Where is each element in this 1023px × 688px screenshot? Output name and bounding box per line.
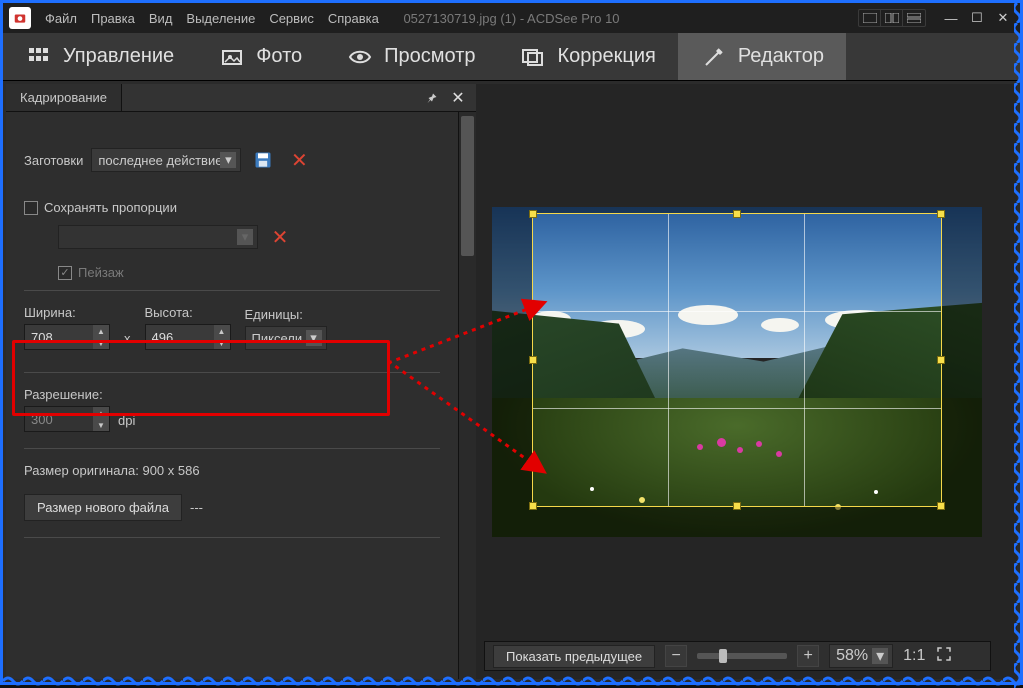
mode-develop-label: Коррекция (557, 45, 655, 68)
x-separator: x (124, 331, 131, 350)
chevron-down-icon[interactable]: ▾ (872, 648, 888, 664)
menu-view[interactable]: Вид (149, 11, 173, 26)
menu-file[interactable]: Файл (45, 11, 77, 26)
panel-scrollbar[interactable] (458, 112, 476, 679)
delete-preset-icon[interactable]: ✕ (285, 148, 313, 172)
layout-2-icon[interactable] (881, 10, 903, 26)
keep-proportions-label: Сохранять пропорции (44, 200, 177, 215)
layout-buttons[interactable] (858, 9, 926, 27)
app-window: Файл Правка Вид Выделение Сервис Справка… (0, 0, 1023, 685)
presets-label: Заготовки (24, 153, 83, 168)
mode-editor-label: Редактор (738, 45, 824, 68)
fit-screen-icon[interactable] (935, 645, 953, 668)
crop-handle-tm[interactable] (733, 210, 741, 218)
menu-tools[interactable]: Сервис (269, 11, 314, 26)
dimensions-row: Ширина: ▲▼ x Высота: ▲▼ (24, 305, 440, 350)
height-down[interactable]: ▼ (214, 337, 230, 349)
resolution-value[interactable] (25, 412, 93, 427)
chevron-down-icon[interactable]: ▾ (237, 229, 253, 245)
resolution-label: Разрешение: (24, 387, 110, 402)
viewer-statusbar: Показать предыдущее − + 58% ▾ 1:1 (484, 641, 991, 671)
menu-select[interactable]: Выделение (186, 11, 255, 26)
close-button[interactable]: ✕ (992, 7, 1014, 29)
scrollbar-thumb[interactable] (461, 116, 474, 256)
pin-icon[interactable] (424, 90, 440, 106)
menu-help[interactable]: Справка (328, 11, 379, 26)
original-size-text: Размер оригинала: 900 x 586 (24, 463, 440, 478)
res-up[interactable]: ▲ (93, 407, 109, 419)
crop-tab[interactable]: Кадрирование (6, 84, 122, 111)
crop-handle-br[interactable] (937, 502, 945, 510)
crop-rectangle[interactable] (532, 213, 942, 507)
landscape-checkbox[interactable]: Пейзаж (58, 265, 440, 280)
units-select[interactable]: Пиксели ▾ (245, 326, 327, 350)
height-value[interactable] (146, 330, 214, 345)
height-label: Высота: (145, 305, 231, 320)
show-previous-button[interactable]: Показать предыдущее (493, 645, 655, 668)
width-input[interactable]: ▲▼ (24, 324, 110, 350)
zoom-in-button[interactable]: + (797, 645, 819, 667)
one-to-one-button[interactable]: 1:1 (903, 647, 925, 665)
image-canvas[interactable] (492, 207, 982, 537)
units-label: Единицы: (245, 307, 327, 322)
dpi-label: dpi (118, 413, 135, 432)
image-viewer: Показать предыдущее − + 58% ▾ 1:1 (476, 84, 1017, 679)
crop-handle-tr[interactable] (937, 210, 945, 218)
zoom-value: 58% (836, 647, 868, 665)
height-up[interactable]: ▲ (214, 325, 230, 337)
presets-select[interactable]: последнее действие ▾ (91, 148, 241, 172)
width-label: Ширина: (24, 305, 110, 320)
chevron-down-icon[interactable]: ▾ (220, 152, 236, 168)
clear-proportion-icon[interactable]: ✕ (266, 225, 294, 249)
crop-handle-tl[interactable] (529, 210, 537, 218)
mode-manage[interactable]: Управление (3, 33, 196, 80)
crop-handle-ml[interactable] (529, 356, 537, 364)
width-up[interactable]: ▲ (93, 325, 109, 337)
maximize-button[interactable]: ☐ (966, 7, 988, 29)
chevron-down-icon[interactable]: ▾ (306, 330, 322, 346)
mode-editor[interactable]: Редактор (678, 33, 846, 80)
zoom-slider[interactable] (697, 653, 787, 659)
save-preset-icon[interactable] (249, 148, 277, 172)
resolution-input[interactable]: ▲▼ (24, 406, 110, 432)
minimize-button[interactable]: — (940, 7, 962, 29)
titlebar: Файл Правка Вид Выделение Сервис Справка… (3, 3, 1020, 33)
landscape-label: Пейзаж (78, 265, 124, 280)
units-value: Пиксели (252, 331, 303, 346)
window-title: 0527130719.jpg (1) - ACDSee Pro 10 (403, 11, 619, 26)
width-value[interactable] (25, 330, 93, 345)
layout-1-icon[interactable] (859, 10, 881, 26)
mode-tabs: Управление Фото Просмотр Коррекция Редак… (3, 33, 1020, 81)
crop-handle-mr[interactable] (937, 356, 945, 364)
res-down[interactable]: ▼ (93, 419, 109, 431)
crop-handle-bm[interactable] (733, 502, 741, 510)
crop-handle-bl[interactable] (529, 502, 537, 510)
zoom-slider-knob[interactable] (719, 649, 727, 663)
app-icon (9, 7, 31, 29)
height-input[interactable]: ▲▼ (145, 324, 231, 350)
mode-photo-label: Фото (256, 45, 302, 68)
mode-view-label: Просмотр (384, 45, 475, 68)
close-panel-icon[interactable]: ✕ (450, 90, 466, 106)
proportion-select[interactable]: ▾ (58, 225, 258, 249)
width-down[interactable]: ▼ (93, 337, 109, 349)
zoom-select[interactable]: 58% ▾ (829, 644, 893, 668)
mode-view[interactable]: Просмотр (324, 33, 497, 80)
presets-value: последнее действие (98, 153, 222, 168)
mode-manage-label: Управление (63, 45, 174, 68)
layout-3-icon[interactable] (903, 10, 925, 26)
mode-photo[interactable]: Фото (196, 33, 324, 80)
zoom-out-button[interactable]: − (665, 645, 687, 667)
new-file-size-button[interactable]: Размер нового файла (24, 494, 182, 521)
new-file-size-dashes: --- (190, 500, 203, 515)
menu-edit[interactable]: Правка (91, 11, 135, 26)
keep-proportions-checkbox[interactable]: Сохранять пропорции (24, 200, 440, 215)
crop-panel: Кадрирование ✕ Заготовки последнее дейст… (6, 84, 476, 679)
mode-develop[interactable]: Коррекция (497, 33, 677, 80)
